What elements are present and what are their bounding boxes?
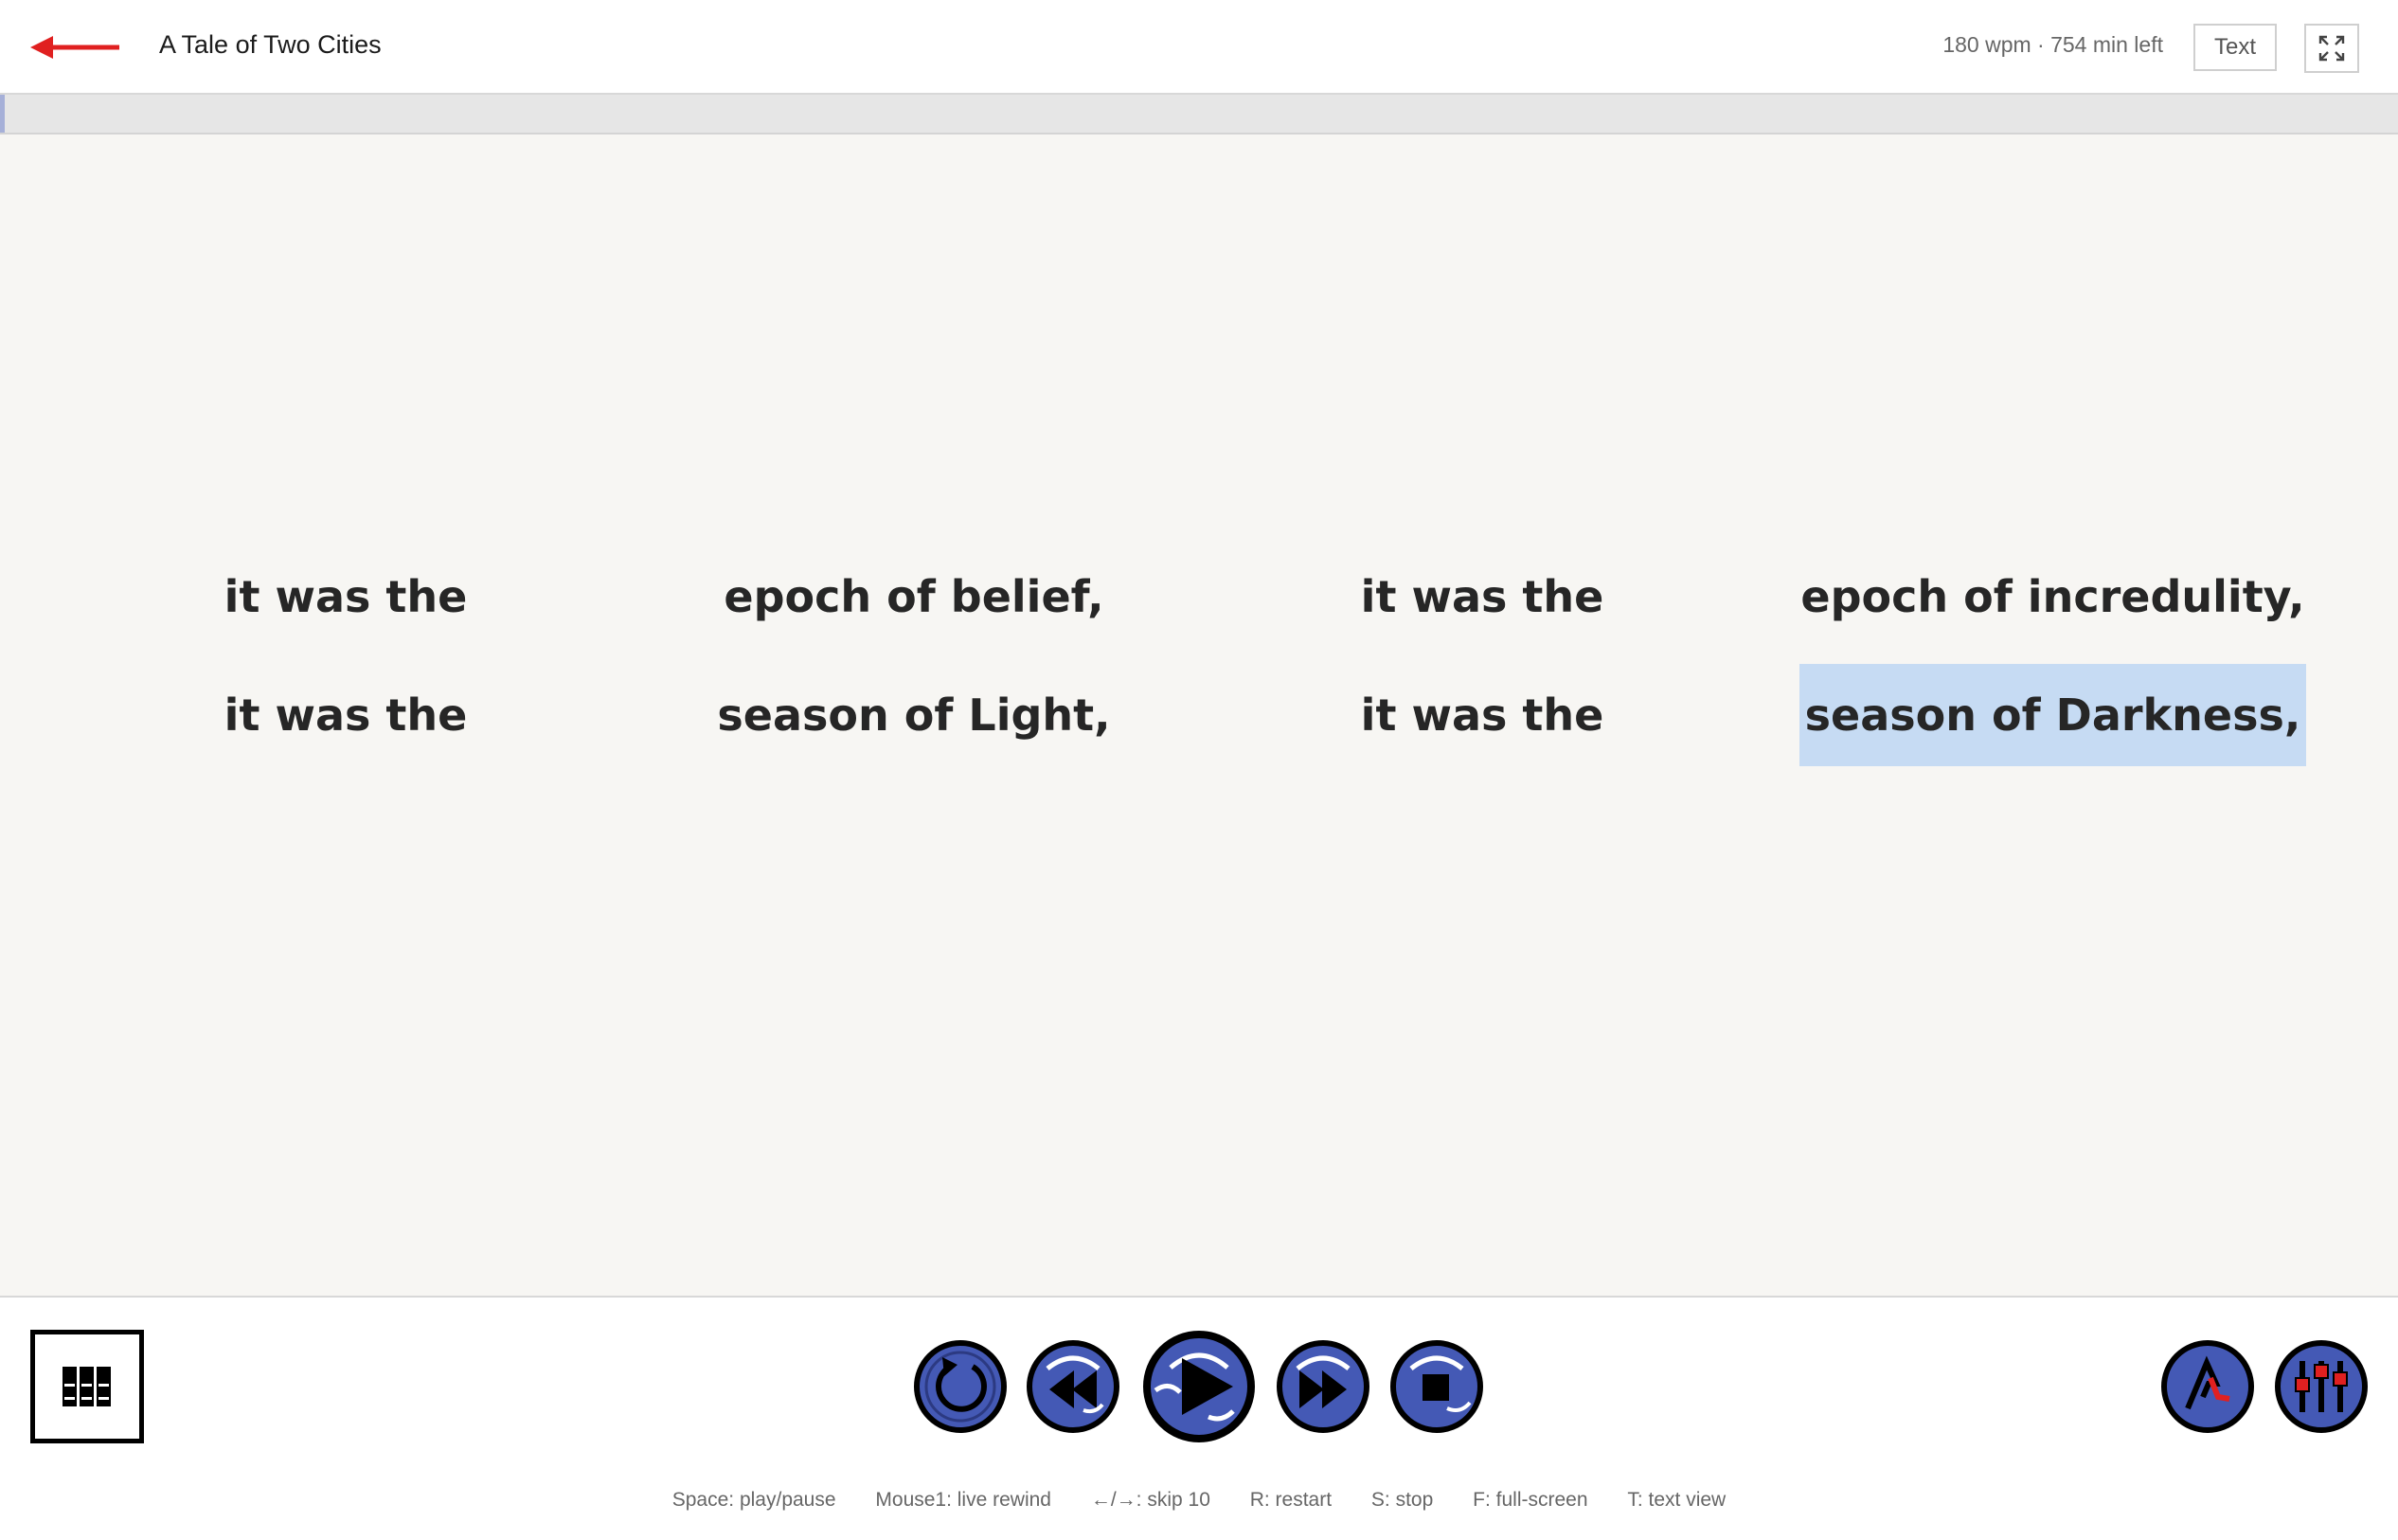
library-button[interactable] xyxy=(30,1330,144,1443)
play-pause-button[interactable] xyxy=(1142,1330,1256,1443)
shortcut-hint: R: restart xyxy=(1249,1489,1333,1511)
fast-forward-icon xyxy=(1277,1340,1369,1433)
footer-controls: Space: play/pause Mouse1: live rewind ←/… xyxy=(0,1296,2398,1540)
stop-button[interactable] xyxy=(1390,1340,1483,1433)
reading-progress-bar[interactable] xyxy=(0,95,2398,134)
shortcut-hint: T: text view xyxy=(1627,1489,1727,1511)
text-view-button[interactable]: Text xyxy=(2193,24,2277,71)
fullscreen-icon xyxy=(2318,35,2345,62)
header-bar: A Tale of Two Cities 180 wpm · 754 min l… xyxy=(0,0,2398,95)
play-icon xyxy=(1143,1331,1255,1442)
active-phrase[interactable]: season of Darkness, xyxy=(1799,664,2306,766)
reading-stats: 180 wpm · 754 min left xyxy=(1942,32,2163,57)
font-settings-button[interactable] xyxy=(2161,1340,2254,1433)
restart-icon xyxy=(914,1340,1007,1433)
back-arrow-icon xyxy=(30,36,119,59)
rewind-icon xyxy=(1027,1340,1119,1433)
stop-icon xyxy=(1390,1340,1483,1433)
equalizer-settings-button[interactable] xyxy=(2275,1340,2368,1433)
shortcut-hint: S: stop xyxy=(1370,1489,1434,1511)
phrase[interactable]: it was the xyxy=(1326,664,1638,766)
equalizer-icon xyxy=(2275,1340,2368,1433)
phrase[interactable]: it was the xyxy=(189,546,502,648)
shortcut-hint: ←/→: skip 10 xyxy=(1090,1489,1210,1511)
keyboard-shortcuts: Space: play/pause Mouse1: live rewind ←/… xyxy=(0,1489,2398,1512)
phrase[interactable]: epoch of incredulity, xyxy=(1799,546,2306,648)
fast-forward-button[interactable] xyxy=(1277,1340,1369,1433)
phrase[interactable]: epoch of belief, xyxy=(724,546,1103,648)
shortcut-hint: Mouse1: live rewind xyxy=(875,1489,1051,1511)
progress-fill xyxy=(0,95,6,133)
rewind-button[interactable] xyxy=(1027,1340,1119,1433)
phrase[interactable]: it was the xyxy=(1326,546,1638,648)
shortcut-hint: F: full-screen xyxy=(1473,1489,1588,1511)
restart-button[interactable] xyxy=(914,1340,1007,1433)
back-button[interactable] xyxy=(28,28,123,66)
phrase[interactable]: it was the xyxy=(189,664,502,766)
shortcut-hint: Space: play/pause xyxy=(671,1489,836,1511)
books-icon xyxy=(63,1367,111,1406)
font-icon xyxy=(2161,1340,2254,1433)
fullscreen-button[interactable] xyxy=(2304,24,2359,73)
phrase[interactable]: season of Light, xyxy=(717,664,1110,766)
book-title: A Tale of Two Cities xyxy=(159,30,382,59)
